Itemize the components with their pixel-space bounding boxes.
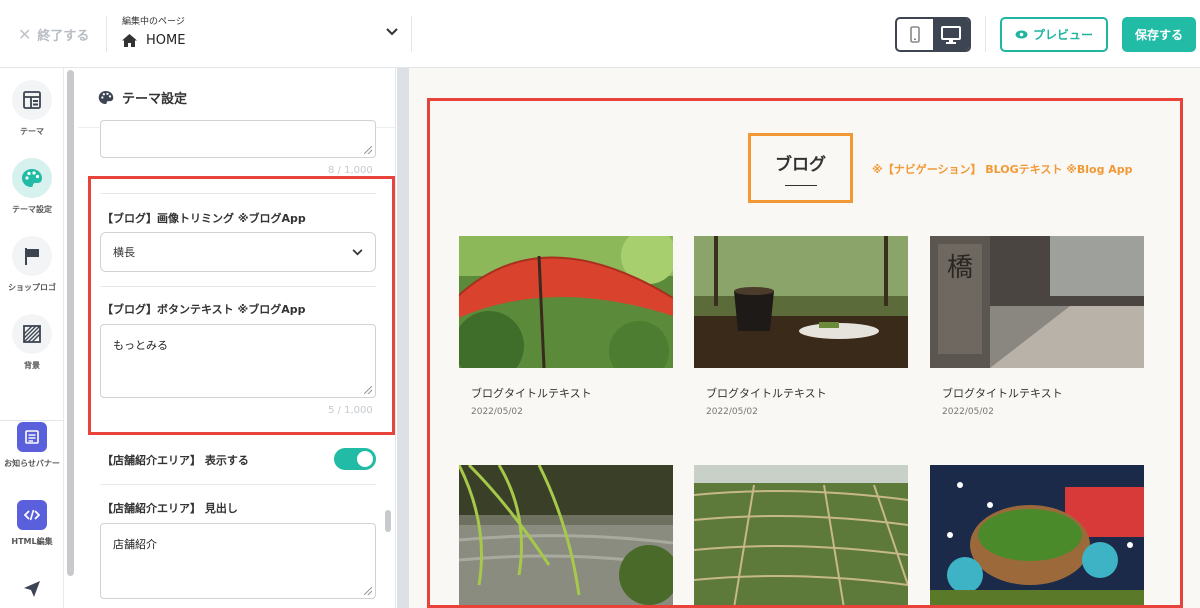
smartphone-icon: [910, 26, 920, 43]
rail-item-shop-logo[interactable]: ショップロゴ: [0, 236, 64, 293]
chevron-down-icon: [386, 28, 398, 36]
char-counter: 8 / 1,000: [328, 165, 373, 176]
banner-icon: [25, 430, 39, 444]
rail-label: 背景: [24, 361, 40, 370]
palette-icon: [98, 90, 114, 105]
header-divider: [411, 16, 412, 52]
exit-button[interactable]: ✕ 終了する: [18, 25, 89, 44]
rail-item-send[interactable]: [0, 580, 64, 598]
rail-item-background[interactable]: 背景: [0, 314, 64, 371]
page-select[interactable]: 編集中のページ HOME: [122, 14, 402, 54]
close-icon: ✕: [18, 25, 32, 44]
store-heading-label: 【店舗紹介エリア】 見出し: [102, 502, 238, 515]
pattern-icon: [23, 325, 41, 343]
desktop-view-button[interactable]: [933, 19, 969, 50]
previous-textarea[interactable]: [100, 120, 376, 158]
rail-label: テーマ設定: [12, 205, 52, 214]
rail-label: HTML編集: [11, 537, 53, 546]
store-area-label: 【店舗紹介エリア】 表示する: [102, 454, 249, 467]
flag-icon: [25, 248, 39, 265]
icon-rail: テーマ テーマ設定 ショップロゴ 背景 お知らせバナー HTML編集: [0, 68, 64, 608]
field-divider: [100, 484, 376, 485]
layout-icon: [23, 91, 41, 109]
panel-header: テーマ設定: [78, 68, 395, 128]
code-icon: [24, 509, 40, 521]
panel-title: テーマ設定: [122, 92, 188, 107]
rail-scrollbar[interactable]: [66, 68, 76, 608]
rail-item-theme-settings[interactable]: テーマ設定: [0, 158, 64, 215]
store-area-toggle[interactable]: [334, 448, 376, 470]
page-select-caption: 編集中のページ: [122, 17, 185, 27]
exit-label: 終了する: [37, 29, 90, 44]
store-heading-value: 店舗紹介: [113, 538, 157, 551]
rail-label: ショップロゴ: [8, 283, 56, 292]
highlight-box-blog-settings: [88, 176, 395, 435]
rail-divider: [0, 420, 64, 421]
rail-item-theme[interactable]: テーマ: [0, 80, 64, 137]
resize-grip[interactable]: [364, 587, 372, 595]
palette-icon: [22, 169, 42, 187]
mobile-view-button[interactable]: [897, 19, 933, 50]
send-icon: [24, 581, 40, 597]
monitor-icon: [941, 25, 961, 44]
page-select-value: HOME: [146, 33, 186, 48]
eye-icon: [1015, 30, 1028, 39]
store-heading-textarea[interactable]: 店舗紹介: [100, 523, 376, 599]
top-bar: ✕ 終了する 編集中のページ HOME プレビュー 保存する: [0, 0, 1200, 68]
save-button[interactable]: 保存する: [1122, 17, 1196, 52]
device-toggle: [895, 17, 971, 52]
rail-label: お知らせバナー: [4, 459, 60, 468]
resize-grip[interactable]: [364, 146, 372, 154]
panel-scrollbar[interactable]: [385, 510, 391, 532]
header-divider: [106, 16, 107, 52]
rail-label: テーマ: [20, 127, 44, 136]
rail-item-notice-banner[interactable]: お知らせバナー: [0, 422, 64, 469]
rail-item-html-edit[interactable]: HTML編集: [0, 500, 64, 547]
preview-label: プレビュー: [1032, 28, 1093, 42]
home-icon: [122, 34, 137, 47]
highlight-box-blog-preview: [427, 98, 1183, 608]
header-divider: [985, 16, 986, 52]
preview-button[interactable]: プレビュー: [1000, 17, 1108, 52]
